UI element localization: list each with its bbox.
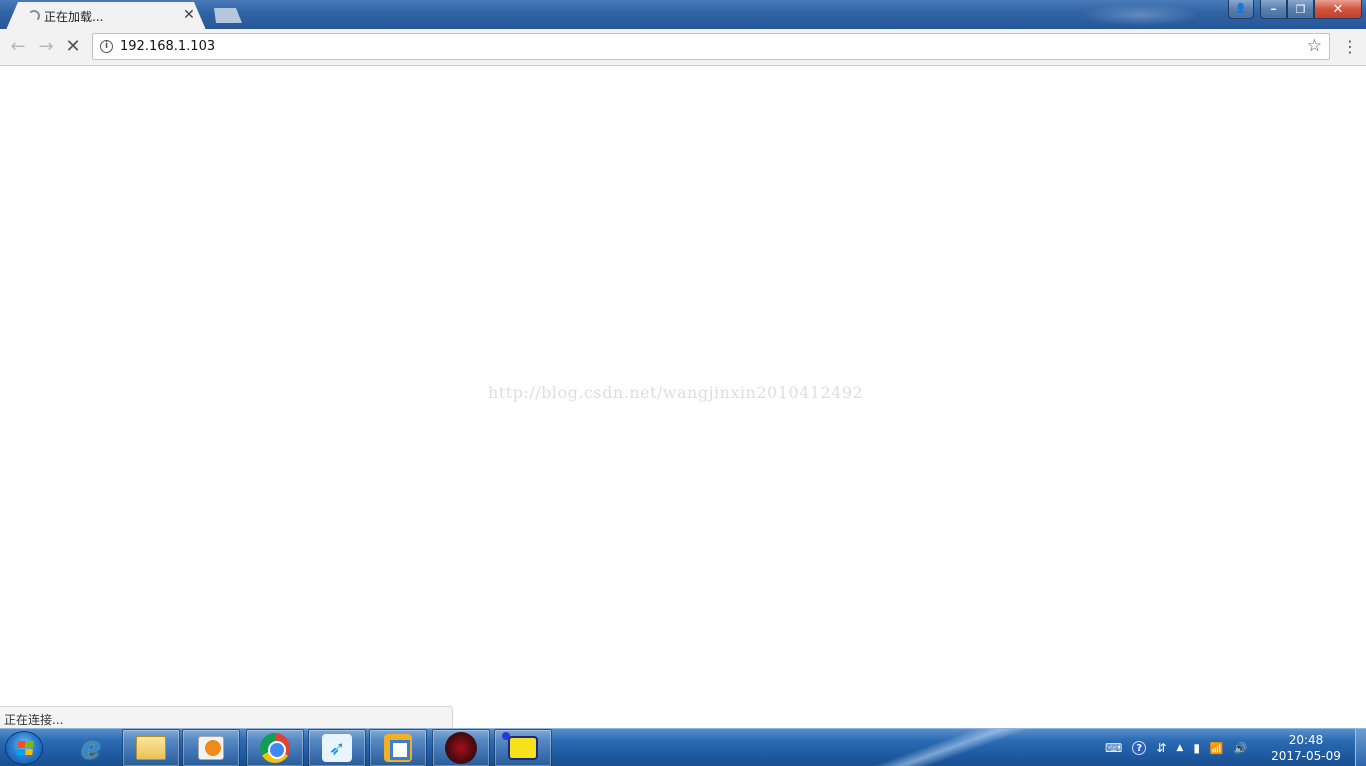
close-window-button[interactable]: ✕ [1314, 0, 1362, 19]
start-button[interactable] [5, 731, 43, 765]
tab-title: 正在加载... [44, 10, 104, 24]
profile-icon: 👤 [1235, 4, 1247, 14]
clock-time: 20:48 [1288, 733, 1324, 747]
taskbar: e ➶ ⌨ ? ⇵ ▲ ▮ 📶 🔊 20:48 2017-05-09 [0, 728, 1366, 766]
bookmark-star-icon[interactable]: ☆ [1307, 36, 1322, 56]
vm-icon [384, 734, 412, 762]
taskbar-file-explorer[interactable] [122, 729, 180, 766]
show-hidden-icons-icon[interactable]: ▲ [1176, 743, 1183, 753]
bird-icon: ➶ [322, 734, 352, 762]
help-icon[interactable]: ? [1132, 741, 1147, 755]
back-icon[interactable]: ← [8, 37, 28, 57]
volume-icon[interactable]: 🔊 [1234, 742, 1248, 755]
status-bubble: 正在连接... [0, 706, 453, 728]
taskbar-vmware[interactable] [369, 729, 427, 766]
system-tray: ⌨ ? ⇵ ▲ ▮ 📶 🔊 [1100, 729, 1252, 766]
network-switch-icon[interactable]: ⇵ [1156, 741, 1166, 755]
minimize-icon: ━ [1271, 4, 1276, 14]
profile-button[interactable]: 👤 [1228, 0, 1254, 19]
stop-icon[interactable]: ✕ [63, 37, 83, 57]
windows-logo-icon [16, 741, 34, 755]
minimize-button[interactable]: ━ [1260, 0, 1287, 19]
chrome-icon [260, 733, 290, 763]
address-bar[interactable]: i 192.168.1.103 ☆ [92, 33, 1330, 60]
clock[interactable]: 20:48 2017-05-09 [1262, 732, 1350, 764]
taskbar-yellow-app[interactable] [494, 729, 552, 766]
ie-icon: e [81, 730, 101, 766]
url-text[interactable]: 192.168.1.103 [120, 39, 215, 54]
info-icon[interactable]: i [100, 40, 113, 53]
window-controls: 👤 ━ ❐ ✕ [1228, 0, 1362, 19]
media-player-icon [198, 736, 224, 760]
taskbar-media-player[interactable] [182, 729, 240, 766]
watermark-text: http://blog.csdn.net/wangjinxin201041249… [488, 383, 864, 402]
browser-toolbar: ← → ✕ i 192.168.1.103 ☆ ⋮ [0, 29, 1366, 66]
restore-button[interactable]: ❐ [1287, 0, 1314, 19]
show-desktop-button[interactable] [1355, 729, 1366, 766]
taskbar-ie[interactable]: e [62, 729, 120, 766]
taskbar-chrome[interactable] [246, 729, 304, 766]
close-icon[interactable]: ✕ [182, 7, 196, 23]
tab-loading[interactable]: 正在加载... ✕ [6, 2, 206, 30]
clock-date: 2017-05-09 [1271, 749, 1341, 763]
red-circle-icon [445, 732, 477, 764]
page-content: http://blog.csdn.net/wangjinxin201041249… [0, 66, 1366, 728]
browser-titlebar: 正在加载... ✕ 👤 ━ ❐ ✕ [0, 0, 1366, 30]
battery-icon[interactable]: ▮ [1193, 741, 1200, 755]
restore-icon: ❐ [1295, 2, 1306, 16]
status-text: 正在连接... [4, 713, 64, 727]
titlebar-glow [1080, 4, 1200, 26]
menu-icon[interactable]: ⋮ [1342, 37, 1358, 57]
taskbar-decoration [860, 729, 1040, 766]
keyboard-icon[interactable]: ⌨ [1105, 741, 1122, 755]
taskbar-messenger[interactable]: ➶ [308, 729, 366, 766]
forward-icon[interactable]: → [36, 37, 56, 57]
close-window-icon: ✕ [1332, 1, 1344, 17]
spinner-icon [28, 10, 40, 22]
yellow-app-icon [502, 732, 538, 760]
folder-icon [136, 736, 166, 760]
taskbar-red-app[interactable] [432, 729, 490, 766]
new-tab-button[interactable] [214, 8, 242, 23]
signal-icon[interactable]: 📶 [1210, 742, 1224, 755]
